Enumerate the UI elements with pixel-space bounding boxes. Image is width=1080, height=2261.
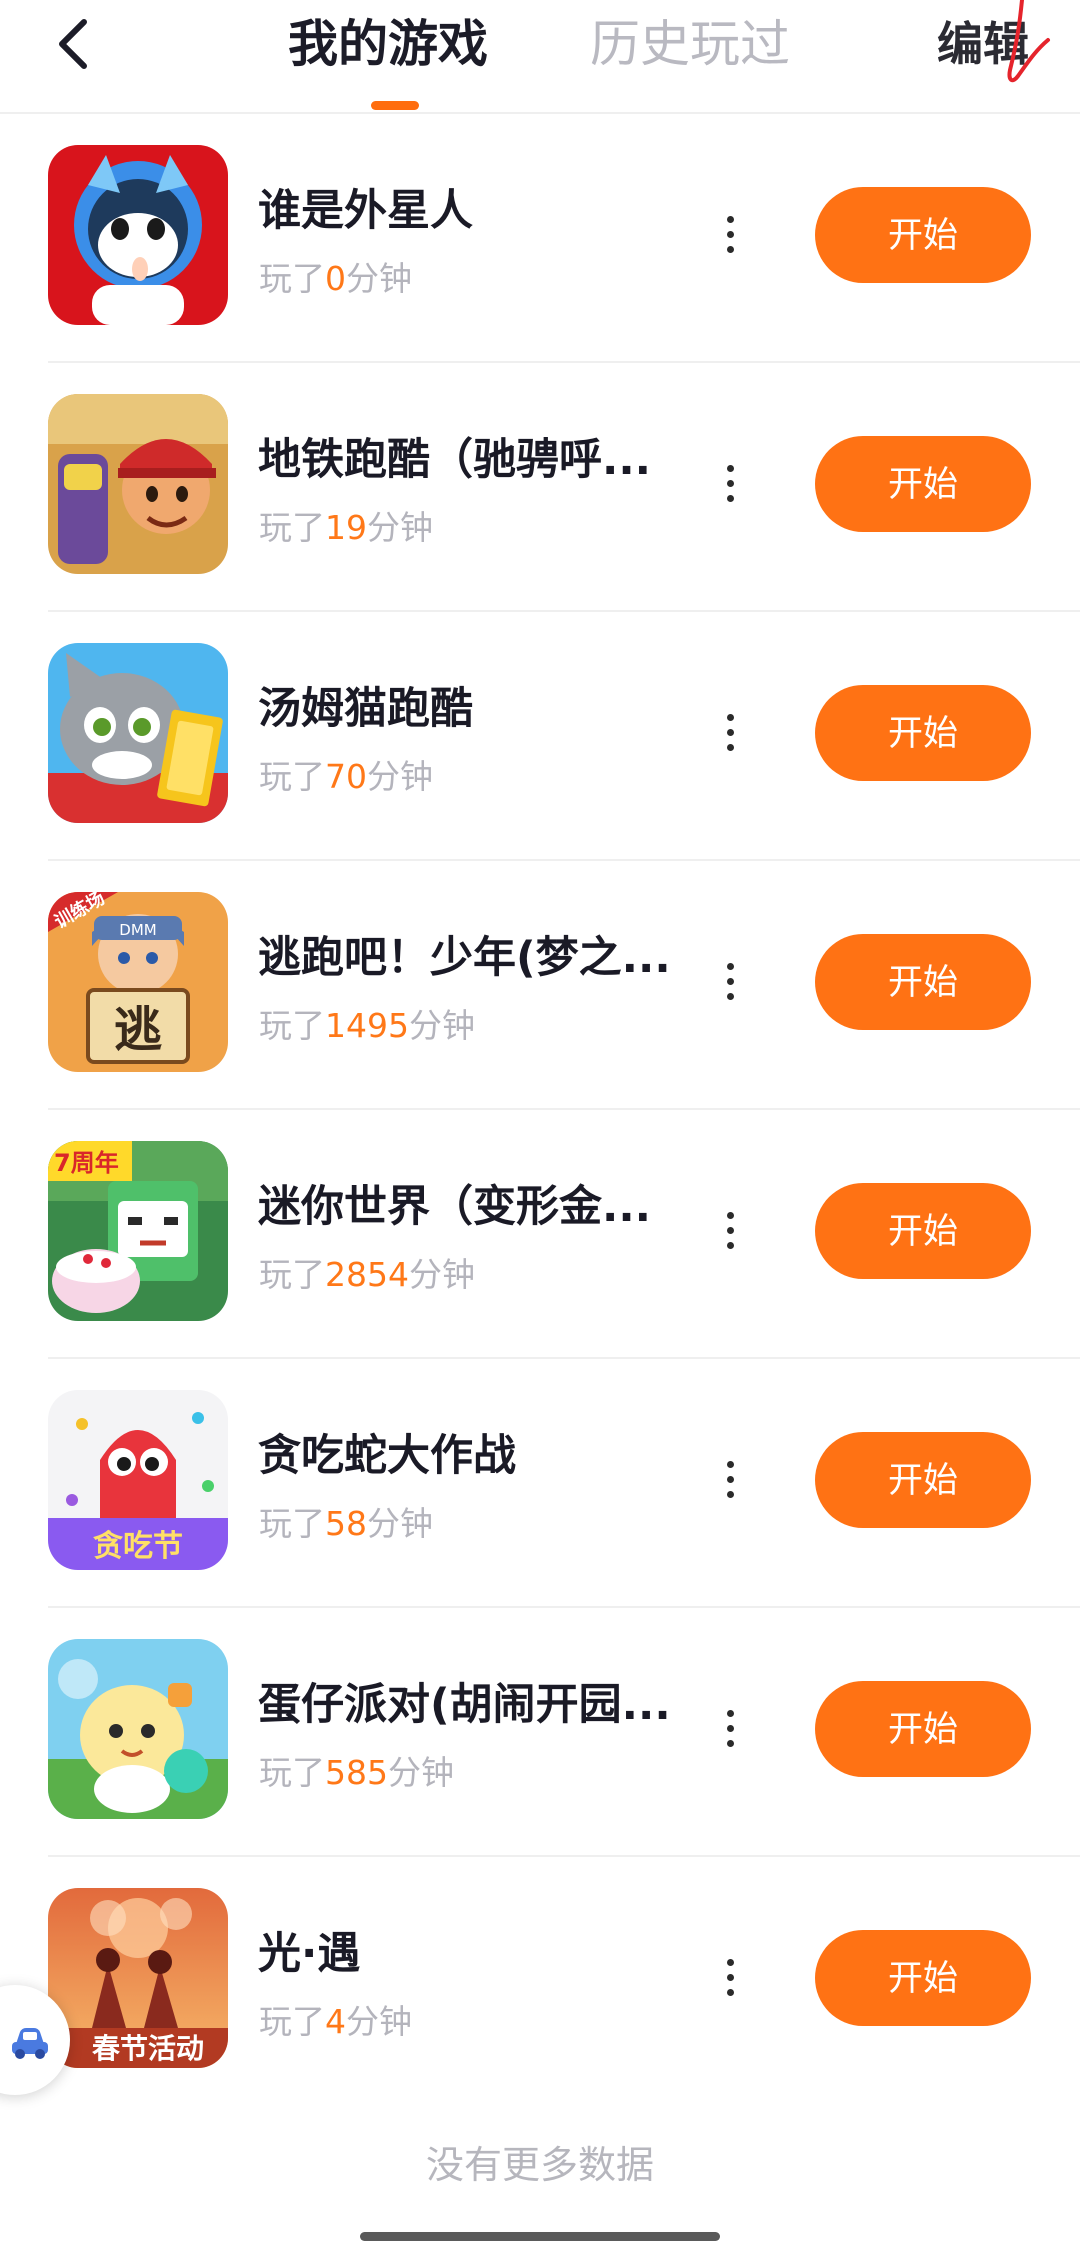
home-indicator-bar[interactable]: [360, 2232, 720, 2241]
game-title: 蛋仔派对(胡闹开园...: [258, 1680, 671, 1730]
play-time: 玩了58分钟: [259, 1504, 433, 1543]
game-row: 7周年 迷你世界（变形金... 玩了2854分钟 开始: [48, 1110, 1080, 1359]
game-title: 逃跑吧！少年(梦之...: [258, 933, 671, 983]
game-row: 春节活动 光·遇 玩了4分钟 开始: [48, 1857, 1080, 2104]
mini-world-block-icon[interactable]: 7周年: [48, 1141, 228, 1321]
svg-text:7周年: 7周年: [54, 1149, 119, 1177]
play-minutes: 0: [325, 259, 346, 298]
start-game-button[interactable]: 开始: [815, 1432, 1031, 1528]
play-minutes: 1495: [325, 1006, 409, 1045]
play-minutes: 70: [325, 757, 367, 796]
more-options-icon[interactable]: [720, 1194, 740, 1266]
game-title: 贪吃蛇大作战: [258, 1431, 516, 1481]
more-options-icon[interactable]: [720, 1941, 740, 2013]
svg-text:逃: 逃: [114, 1002, 162, 1058]
subway-runner-icon[interactable]: [48, 394, 228, 574]
active-tab-indicator: [371, 101, 419, 110]
top-nav-bar: 我的游戏 历史玩过 编辑: [0, 0, 1080, 114]
escape-boy-icon[interactable]: DMM 逃 训练场: [48, 892, 228, 1072]
start-game-button[interactable]: 开始: [815, 685, 1031, 781]
start-game-button[interactable]: 开始: [815, 1681, 1031, 1777]
game-row: 谁是外星人 玩了0分钟 开始: [48, 114, 1080, 363]
no-more-data-text: 没有更多数据: [425, 2143, 654, 2187]
chevron-left-icon: [59, 19, 87, 69]
start-game-button[interactable]: 开始: [815, 436, 1031, 532]
play-minutes: 58: [325, 1504, 367, 1543]
game-row: DMM 逃 训练场 逃跑吧！少年(梦之... 玩了1495分钟 开始: [48, 861, 1080, 1110]
sky-children-icon[interactable]: 春节活动: [48, 1888, 228, 2068]
svg-text:DMM: DMM: [119, 921, 156, 939]
tab-history-played[interactable]: 历史玩过: [590, 4, 790, 84]
play-time: 玩了19分钟: [259, 508, 433, 547]
more-options-icon[interactable]: [720, 696, 740, 768]
play-time: 玩了2854分钟: [259, 1255, 475, 1294]
play-minutes: 585: [325, 1753, 388, 1792]
game-title: 地铁跑酷（驰骋呼...: [258, 435, 652, 485]
start-game-button[interactable]: 开始: [815, 934, 1031, 1030]
game-title: 迷你世界（变形金...: [258, 1182, 652, 1232]
more-options-icon[interactable]: [720, 1692, 740, 1764]
tom-cat-gold-icon[interactable]: [48, 643, 228, 823]
annotation-pen-stroke: [1007, 0, 1050, 83]
game-title: 光·遇: [258, 1929, 361, 1979]
start-game-button[interactable]: 开始: [815, 1930, 1031, 2026]
back-button[interactable]: [44, 4, 104, 84]
play-time: 玩了585分钟: [259, 1753, 454, 1792]
eggy-party-icon[interactable]: [48, 1639, 228, 1819]
more-options-icon[interactable]: [720, 447, 740, 519]
game-row: 蛋仔派对(胡闹开园... 玩了585分钟 开始: [48, 1608, 1080, 1857]
start-game-button[interactable]: 开始: [815, 1183, 1031, 1279]
snake-ghost-icon[interactable]: 贪吃节: [48, 1390, 228, 1570]
play-minutes: 4: [325, 2002, 346, 2041]
more-options-icon[interactable]: [720, 1443, 740, 1515]
cat-astronaut-icon[interactable]: [48, 145, 228, 325]
svg-text:春节活动: 春节活动: [92, 2032, 204, 2065]
game-title: 谁是外星人: [258, 186, 473, 236]
game-row: 地铁跑酷（驰骋呼... 玩了19分钟 开始: [48, 363, 1080, 612]
play-minutes: 2854: [325, 1255, 409, 1294]
car-icon: [12, 2028, 48, 2059]
play-time: 玩了70分钟: [259, 757, 433, 796]
tab-my-games[interactable]: 我的游戏: [288, 4, 488, 84]
play-minutes: 19: [325, 508, 367, 547]
game-list: 谁是外星人 玩了0分钟 开始 地铁跑酷（驰骋呼... 玩了19分钟 开始 汤姆猫…: [0, 114, 1080, 2104]
play-time: 玩了0分钟: [259, 259, 412, 298]
more-options-icon[interactable]: [720, 198, 740, 270]
game-row: 贪吃节 贪吃蛇大作战 玩了58分钟 开始: [48, 1359, 1080, 1608]
game-title: 汤姆猫跑酷: [258, 684, 473, 734]
play-time: 玩了4分钟: [259, 2002, 412, 2041]
svg-text:贪吃节: 贪吃节: [93, 1529, 183, 1564]
game-row: 汤姆猫跑酷 玩了70分钟 开始: [48, 612, 1080, 861]
start-game-button[interactable]: 开始: [815, 187, 1031, 283]
play-time: 玩了1495分钟: [259, 1006, 475, 1045]
more-options-icon[interactable]: [720, 945, 740, 1017]
